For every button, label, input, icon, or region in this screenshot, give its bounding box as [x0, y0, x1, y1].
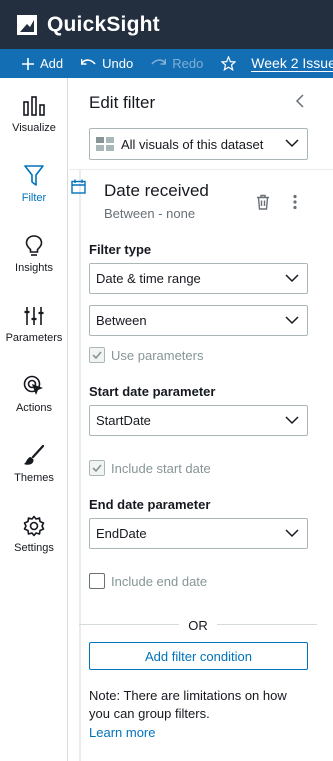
plus-icon: [22, 57, 34, 70]
rail-item-filter[interactable]: Filter: [0, 162, 68, 222]
calendar-icon: [71, 179, 86, 194]
redo-button[interactable]: Redo: [142, 49, 212, 78]
rail-label-visualize: Visualize: [12, 122, 56, 134]
checkbox-unchecked-icon: [89, 573, 105, 589]
redo-icon: [151, 59, 167, 65]
favorite-button[interactable]: [212, 49, 251, 78]
gear-icon: [23, 512, 45, 540]
collapse-panel-icon[interactable]: [295, 94, 305, 108]
add-label: Add: [40, 56, 64, 71]
more-options-icon[interactable]: [293, 194, 297, 210]
use-parameters-label: Use parameters: [111, 347, 204, 363]
undo-button[interactable]: Undo: [72, 49, 142, 78]
filter-type-label: Filter type: [89, 242, 152, 257]
redo-label: Redo: [172, 56, 204, 71]
include-end-label: Include end date: [111, 573, 208, 589]
chevron-down-icon: [285, 139, 299, 148]
filter-summary: Between - none: [104, 206, 196, 221]
undo-icon: [81, 59, 96, 65]
rail-label-settings: Settings: [14, 542, 54, 554]
undo-label: Undo: [102, 56, 134, 71]
chevron-down-icon: [285, 315, 299, 324]
top-bar: QuickSight: [0, 0, 333, 49]
condition-value: Between: [96, 313, 147, 328]
end-param-select[interactable]: EndDate: [89, 518, 308, 549]
chevron-down-icon: [285, 415, 299, 424]
toolbar: Add Undo Redo Week 2 Issues: [0, 49, 333, 78]
left-rail: Visualize Filter Insights Parameters Act…: [0, 78, 68, 761]
add-button[interactable]: Add: [0, 49, 72, 78]
filter-type-select[interactable]: Date & time range: [89, 263, 308, 294]
start-param-label: Start date parameter: [89, 384, 216, 399]
use-parameters-checkbox[interactable]: Use parameters: [89, 347, 203, 363]
end-param-value: EndDate: [96, 526, 147, 541]
filter-name[interactable]: Date received: [104, 181, 209, 201]
quicksight-logo-icon: [17, 14, 37, 35]
sliders-icon: [24, 302, 44, 330]
app-brand: QuickSight: [47, 12, 160, 36]
or-label: OR: [188, 618, 208, 633]
chevron-down-icon: [285, 273, 299, 282]
checkbox-checked-icon: [89, 347, 105, 363]
add-filter-condition-button[interactable]: Add filter condition: [89, 642, 308, 670]
rail-label-themes: Themes: [14, 472, 54, 484]
rail-item-insights[interactable]: Insights: [0, 232, 68, 292]
rail-item-settings[interactable]: Settings: [0, 512, 68, 572]
filter-icon: [24, 162, 44, 190]
start-param-value: StartDate: [96, 413, 151, 428]
learn-more-link[interactable]: Learn more: [89, 725, 155, 740]
start-param-select[interactable]: StartDate: [89, 405, 308, 436]
lightbulb-icon: [25, 232, 43, 260]
trash-icon[interactable]: [256, 194, 270, 210]
rail-item-actions[interactable]: Actions: [0, 372, 68, 432]
rail-label-actions: Actions: [15, 402, 53, 414]
chevron-down-icon: [285, 528, 299, 537]
edit-filter-panel: Edit filter All visuals of this dataset …: [69, 78, 333, 761]
bar-chart-icon: [23, 92, 45, 120]
condition-select[interactable]: Between: [89, 305, 308, 336]
rail-item-themes[interactable]: Themes: [0, 442, 68, 502]
include-end-checkbox[interactable]: Include end date: [89, 573, 207, 589]
scope-select-value: All visuals of this dataset: [121, 136, 264, 152]
rail-label-filter: Filter: [21, 192, 47, 204]
pointer-click-icon: [23, 372, 45, 400]
visuals-grid-icon: [96, 137, 114, 151]
rail-label-parameters: Parameters: [5, 332, 63, 344]
checkbox-checked-icon: [89, 460, 105, 476]
include-start-label: Include start date: [111, 460, 211, 476]
star-icon: [221, 56, 237, 71]
brush-icon: [23, 442, 45, 470]
rail-label-insights: Insights: [15, 262, 53, 274]
rail-item-visualize[interactable]: Visualize: [0, 92, 68, 152]
sheet-title[interactable]: Week 2 Issues: [251, 55, 333, 72]
filter-group-note: Note: There are limitations on how you c…: [89, 688, 287, 721]
end-param-label: End date parameter: [89, 497, 211, 512]
panel-title: Edit filter: [89, 93, 156, 112]
rail-item-parameters[interactable]: Parameters: [0, 302, 68, 362]
or-separator: OR: [79, 615, 317, 635]
include-start-checkbox[interactable]: Include start date: [89, 460, 211, 476]
scope-select[interactable]: All visuals of this dataset: [89, 128, 308, 160]
filter-type-value: Date & time range: [96, 271, 201, 286]
